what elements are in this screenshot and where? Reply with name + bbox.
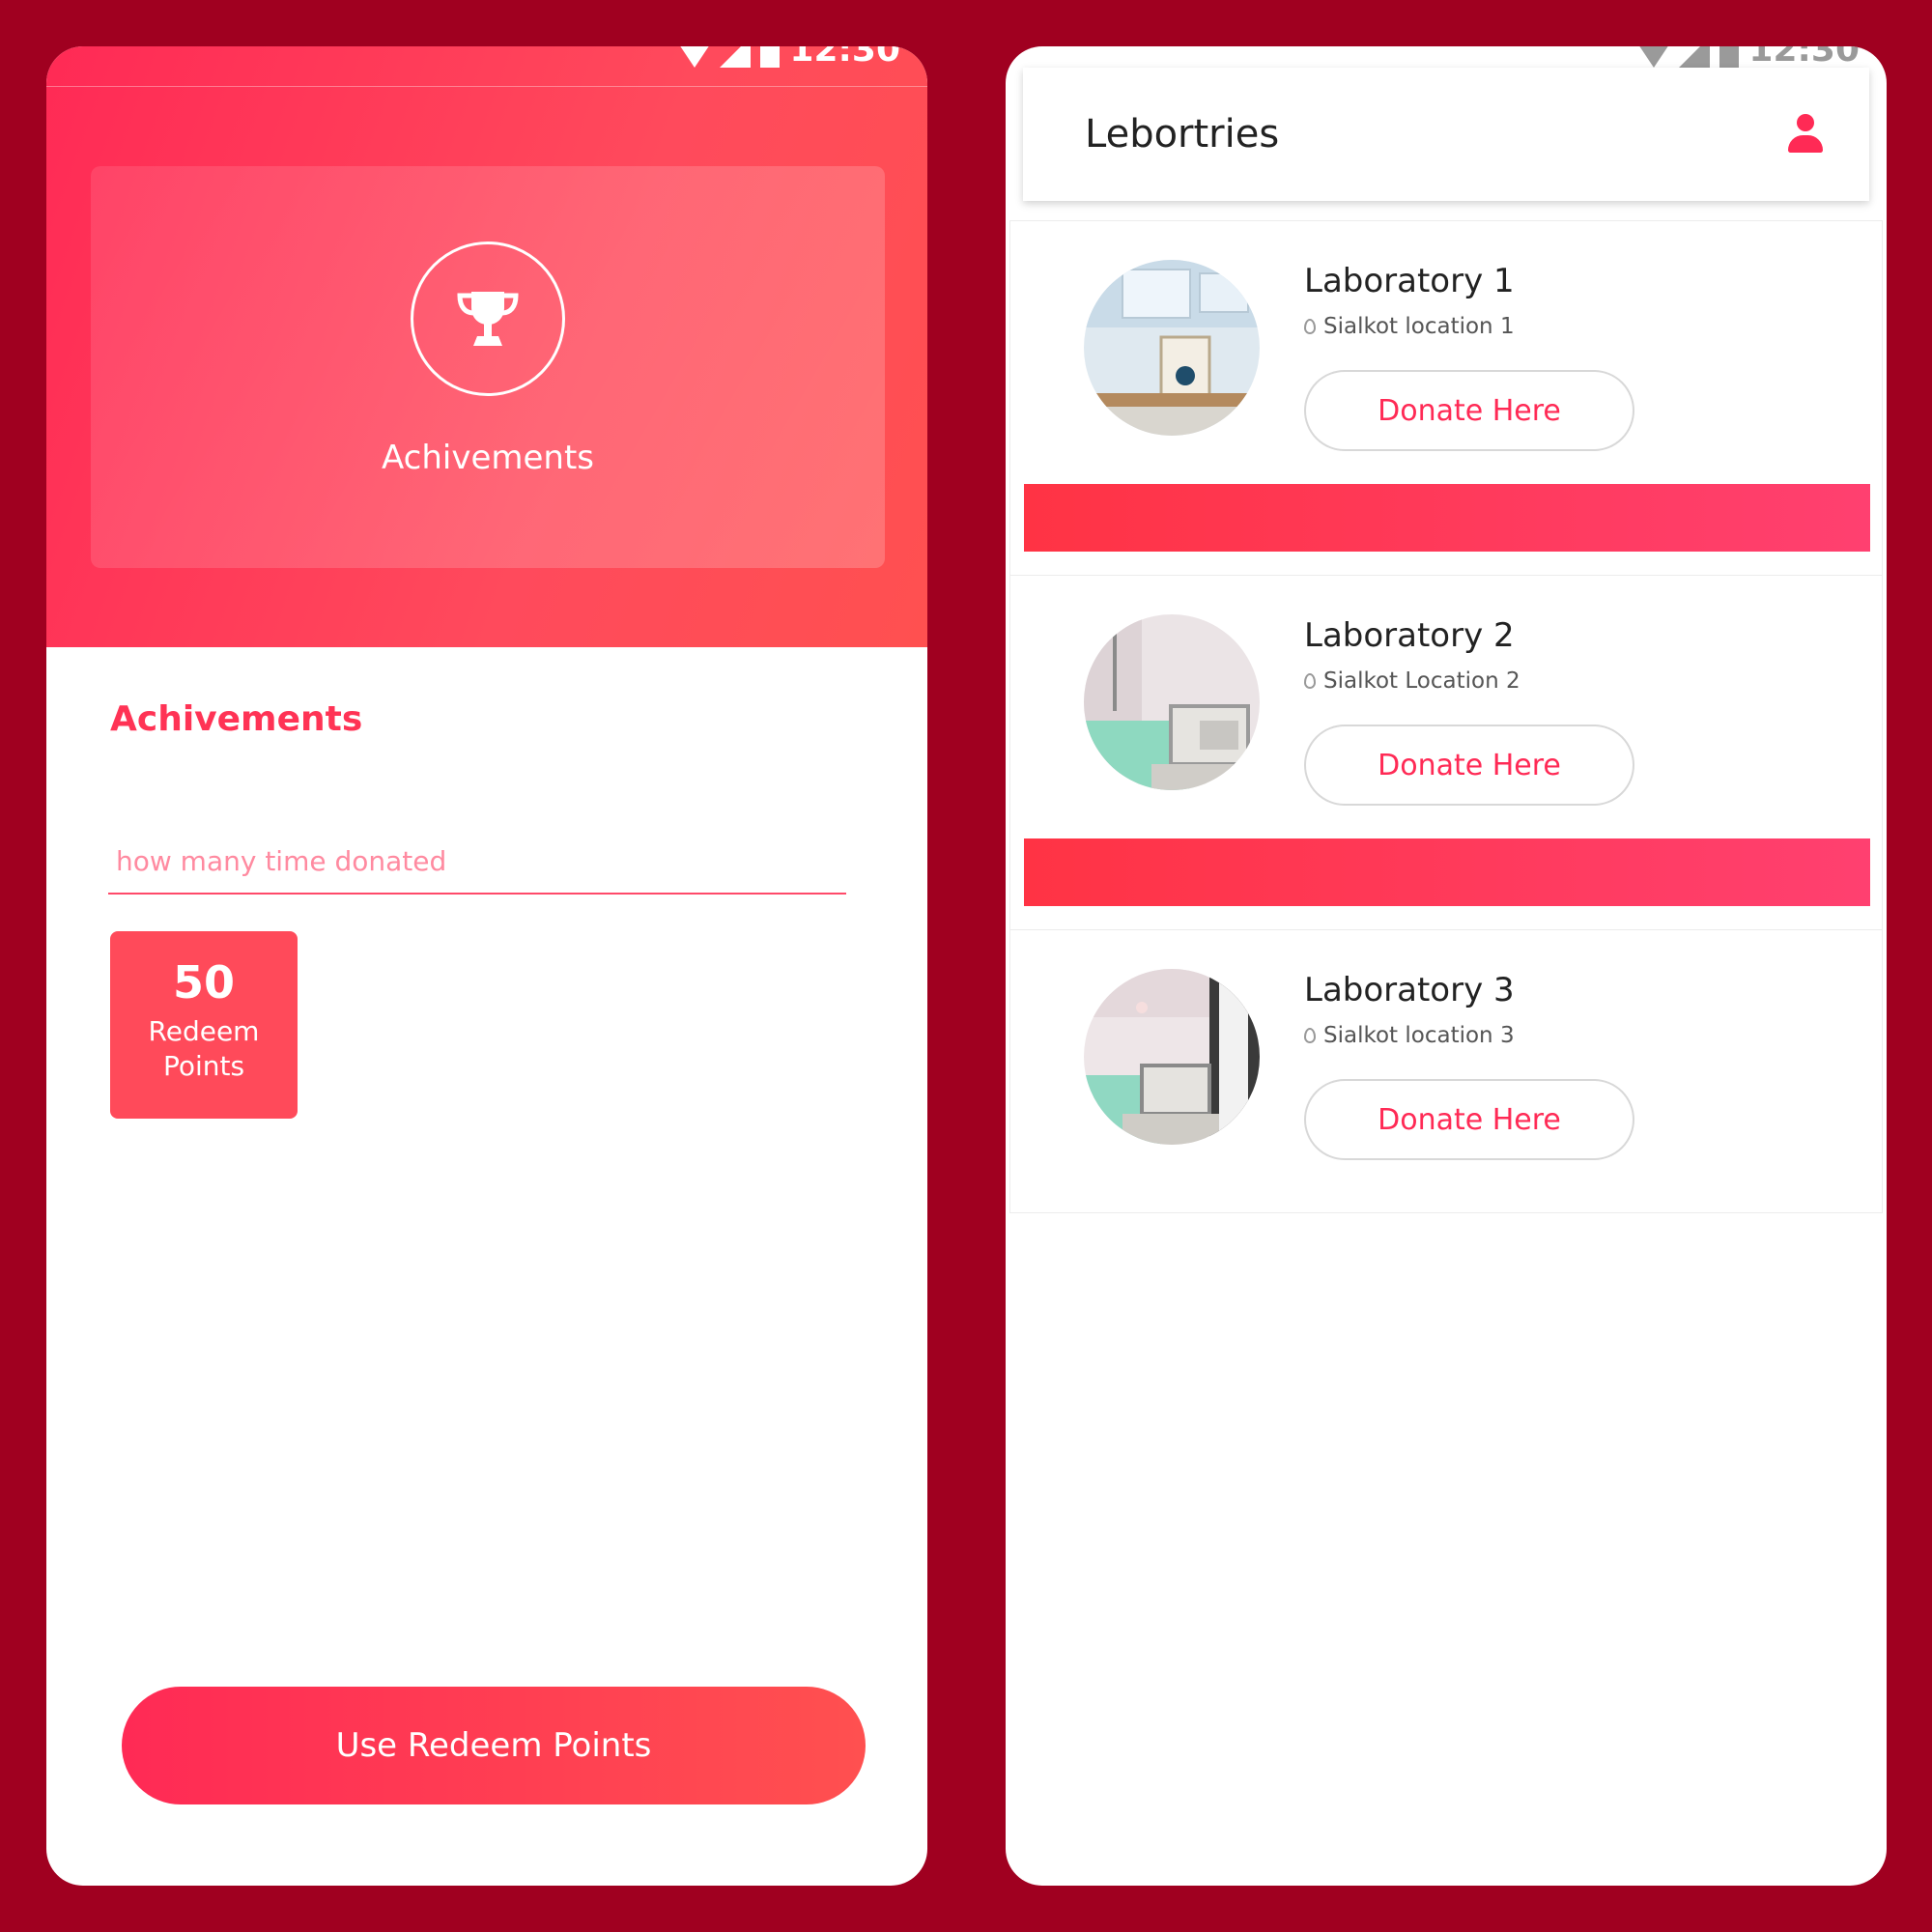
user-icon[interactable] xyxy=(1786,114,1825,155)
use-redeem-points-button[interactable]: Use Redeem Points xyxy=(122,1687,866,1804)
lab-card: Laboratory 2 Sialkot Location 2 Donate H… xyxy=(1009,575,1883,930)
laboratories-screen: 12:30 Lebortries Laboratory 1 Sialkot lo… xyxy=(1006,46,1887,1886)
lab-photo xyxy=(1084,969,1260,1145)
lab-location-text: Sialkot Location 2 xyxy=(1323,668,1520,694)
lab-card: Laboratory 1 Sialkot location 1 Donate H… xyxy=(1009,220,1883,576)
lab-location: Sialkot location 1 xyxy=(1304,314,1515,339)
hero-banner: 12:30 Achivements xyxy=(46,46,927,647)
battery-icon xyxy=(1719,46,1740,68)
lab-photo xyxy=(1084,260,1260,436)
wifi-icon xyxy=(1638,46,1670,68)
lab-location: Sialkot Location 2 xyxy=(1304,668,1520,694)
app-bar-title: Lebortries xyxy=(1085,112,1280,156)
points-label: Redeem Points xyxy=(148,1015,260,1082)
trophy-icon xyxy=(457,292,519,346)
points-value: 50 xyxy=(172,956,235,1009)
lab-photo xyxy=(1084,614,1260,790)
signal-icon xyxy=(1679,46,1711,68)
lab-name: Laboratory 2 xyxy=(1304,616,1515,655)
donate-button[interactable]: Donate Here xyxy=(1304,370,1634,451)
lab-card: Laboratory 3 Sialkot location 3 Donate H… xyxy=(1009,929,1883,1213)
location-pin-icon xyxy=(1304,319,1316,334)
status-time: 12:30 xyxy=(1748,46,1860,70)
lab-name: Laboratory 3 xyxy=(1304,971,1515,1009)
location-pin-icon xyxy=(1304,1028,1316,1043)
achievements-screen: 12:30 Achivements Achivements 50 Redeem … xyxy=(46,46,927,1886)
lab-card-footer-bar xyxy=(1024,484,1870,552)
wifi-icon xyxy=(679,46,711,68)
lab-location: Sialkot location 3 xyxy=(1304,1023,1515,1048)
donate-button[interactable]: Donate Here xyxy=(1304,1079,1634,1160)
status-time: 12:30 xyxy=(789,46,900,70)
donate-button[interactable]: Donate Here xyxy=(1304,724,1634,806)
lab-location-text: Sialkot location 3 xyxy=(1323,1023,1515,1048)
app-bar: Lebortries xyxy=(1023,68,1869,201)
lab-location-text: Sialkot location 1 xyxy=(1323,314,1515,339)
achievements-card[interactable]: Achivements xyxy=(91,166,885,568)
lab-card-footer-bar xyxy=(1024,838,1870,906)
hero-title: Achivements xyxy=(381,439,595,477)
battery-icon xyxy=(760,46,781,68)
lab-name: Laboratory 1 xyxy=(1304,262,1515,300)
section-title: Achivements xyxy=(110,699,363,739)
signal-icon xyxy=(720,46,752,68)
trophy-icon-ring xyxy=(411,242,565,396)
redeem-points-badge: 50 Redeem Points xyxy=(110,931,298,1119)
location-pin-icon xyxy=(1304,673,1316,689)
donation-count-input[interactable] xyxy=(108,829,846,895)
status-bar: 12:30 xyxy=(46,46,927,87)
